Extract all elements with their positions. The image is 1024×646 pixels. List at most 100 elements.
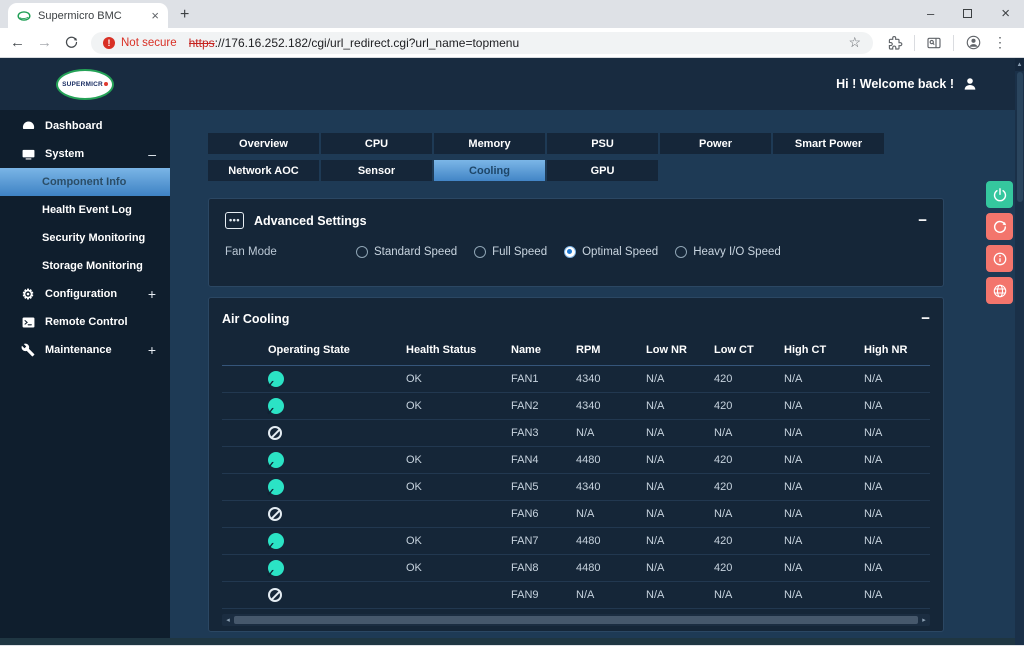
bookmark-star-icon[interactable]: ☆: [848, 34, 861, 51]
globe-action-button[interactable]: [986, 277, 1013, 304]
tab-title: Supermicro BMC: [38, 10, 144, 22]
high-ct-cell: N/A: [778, 474, 858, 501]
page-vertical-scrollbar[interactable]: ▲: [1015, 58, 1024, 645]
low-ct-cell: 420: [708, 393, 778, 420]
tab-sensor[interactable]: Sensor: [321, 160, 432, 181]
url-scheme: https: [189, 36, 215, 50]
low-nr-cell: N/A: [640, 501, 708, 528]
tab-cooling[interactable]: Cooling: [434, 160, 545, 181]
fan-mode-option-optimal-speed[interactable]: Optimal Speed: [564, 246, 658, 258]
new-tab-button[interactable]: +: [180, 7, 189, 23]
welcome-area: Hi ! Welcome back !: [836, 76, 978, 92]
fan-name-cell: FAN1: [505, 366, 570, 393]
sidebar-item-security-monitoring[interactable]: Security Monitoring: [0, 224, 170, 252]
horizontal-scroll-thumb[interactable]: [234, 616, 918, 624]
refresh-action-button[interactable]: [986, 213, 1013, 240]
high-nr-cell: N/A: [858, 555, 930, 582]
sidebar-item-maintenance[interactable]: Maintenance+: [0, 336, 170, 364]
high-ct-cell: N/A: [778, 393, 858, 420]
reload-icon[interactable]: [64, 35, 79, 50]
low-ct-cell: 420: [708, 528, 778, 555]
radio-unchecked-icon[interactable]: [474, 246, 486, 258]
minimize-button[interactable]: –: [927, 7, 934, 20]
tab-network-aoc[interactable]: Network AOC: [208, 160, 319, 181]
browser-tab-strip: Supermicro BMC × + – ×: [0, 0, 1024, 28]
table-horizontal-scrollbar[interactable]: ◂ ▸: [222, 614, 930, 626]
tab-memory[interactable]: Memory: [434, 133, 545, 154]
supermicro-logo[interactable]: SUPERMICR: [56, 69, 114, 100]
logo-dot-icon: [104, 82, 108, 86]
high-nr-cell: N/A: [858, 366, 930, 393]
health-status-cell: [400, 582, 505, 609]
low-ct-cell: 420: [708, 555, 778, 582]
fan-name-cell: FAN4: [505, 447, 570, 474]
info-action-button[interactable]: [986, 245, 1013, 272]
monitor-icon: [20, 147, 36, 162]
fan-enabled-icon: [268, 533, 284, 549]
low-ct-cell: N/A: [708, 501, 778, 528]
profile-icon[interactable]: [965, 34, 982, 51]
rpm-cell: 4340: [570, 393, 640, 420]
wrench-icon: [20, 343, 36, 357]
collapse-minus-icon[interactable]: –: [148, 146, 156, 162]
browser-tab[interactable]: Supermicro BMC ×: [8, 3, 168, 28]
sidebar-item-component-info[interactable]: Component Info: [0, 168, 170, 196]
tab-psu[interactable]: PSU: [547, 133, 658, 154]
sidebar-item-storage-monitoring[interactable]: Storage Monitoring: [0, 252, 170, 280]
tab-overview[interactable]: Overview: [208, 133, 319, 154]
radio-unchecked-icon[interactable]: [356, 246, 368, 258]
low-ct-cell: N/A: [708, 420, 778, 447]
expand-plus-icon[interactable]: +: [148, 342, 156, 358]
fan-mode-option-standard-speed[interactable]: Standard Speed: [356, 246, 457, 258]
sidebar-item-label: Health Event Log: [42, 204, 132, 216]
forward-icon[interactable]: →: [37, 35, 52, 50]
sidebar-item-health-event-log[interactable]: Health Event Log: [0, 196, 170, 224]
collapse-advanced-icon[interactable]: −: [918, 213, 927, 228]
tab-cpu[interactable]: CPU: [321, 133, 432, 154]
sidebar-item-configuration[interactable]: ⚙Configuration+: [0, 280, 170, 308]
scroll-up-icon[interactable]: ▲: [1015, 58, 1024, 71]
close-window-button[interactable]: ×: [1001, 6, 1010, 21]
rpm-cell: N/A: [570, 501, 640, 528]
vertical-scroll-thumb[interactable]: [1017, 72, 1023, 202]
side-panel-search-icon[interactable]: [926, 35, 942, 51]
collapse-air-cooling-icon[interactable]: −: [921, 311, 930, 326]
fan-name-cell: FAN9: [505, 582, 570, 609]
high-nr-cell: N/A: [858, 420, 930, 447]
extensions-icon[interactable]: [887, 35, 903, 51]
sidebar-item-label: System: [45, 148, 84, 160]
browser-menu-icon[interactable]: ⋮: [993, 34, 1007, 51]
not-secure-label[interactable]: Not secure: [121, 37, 177, 49]
terminal-icon: [20, 315, 36, 330]
power-action-button[interactable]: [986, 181, 1013, 208]
fan-row-fan2: OKFAN24340N/A420N/AN/A: [222, 393, 930, 420]
maximize-button[interactable]: [963, 9, 972, 18]
sidebar-item-dashboard[interactable]: Dashboard: [0, 112, 170, 140]
tab-close-icon[interactable]: ×: [151, 9, 159, 22]
fan-mode-option-full-speed[interactable]: Full Speed: [474, 246, 547, 258]
not-secure-icon[interactable]: !: [103, 37, 115, 49]
low-nr-cell: N/A: [640, 366, 708, 393]
user-icon[interactable]: [962, 76, 978, 92]
expand-plus-icon[interactable]: +: [148, 286, 156, 302]
rpm-cell: N/A: [570, 582, 640, 609]
radio-unchecked-icon[interactable]: [675, 246, 687, 258]
tab-gpu[interactable]: GPU: [547, 160, 658, 181]
scroll-right-icon[interactable]: ▸: [920, 617, 928, 624]
low-nr-cell: N/A: [640, 582, 708, 609]
radio-checked-icon[interactable]: [564, 246, 576, 258]
fan-mode-option-heavy-i-o-speed[interactable]: Heavy I/O Speed: [675, 246, 781, 258]
scroll-left-icon[interactable]: ◂: [224, 617, 232, 624]
page-bottom-strip: [0, 638, 1024, 645]
url-text[interactable]: https://176.16.252.182/cgi/url_redirect.…: [189, 36, 520, 50]
sidebar-item-system[interactable]: System –: [0, 140, 170, 168]
browser-window: Supermicro BMC × + – × ← → ! Not secure …: [0, 0, 1024, 646]
back-icon[interactable]: ←: [10, 35, 25, 50]
tab-power[interactable]: Power: [660, 133, 771, 154]
low-ct-cell: 420: [708, 366, 778, 393]
tab-smart-power[interactable]: Smart Power: [773, 133, 884, 154]
sidebar-item-remote-control[interactable]: Remote Control: [0, 308, 170, 336]
address-bar[interactable]: ! Not secure https://176.16.252.182/cgi/…: [91, 32, 873, 54]
fan-enabled-icon: [268, 398, 284, 414]
toolbar-actions: ⋮: [887, 34, 1007, 51]
